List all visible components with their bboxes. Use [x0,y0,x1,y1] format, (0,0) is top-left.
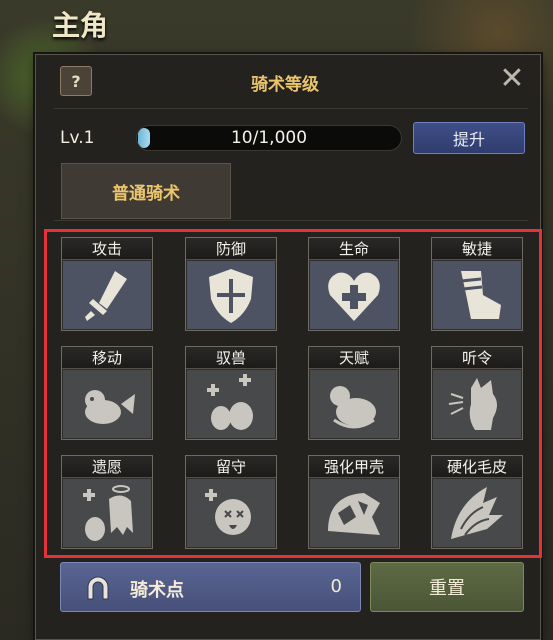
skill-art [187,370,275,438]
reset-button[interactable]: 重置 [370,562,524,612]
skill-art [433,261,521,329]
skill-art [433,479,521,547]
pets-plus-icon [207,374,253,430]
skill-move[interactable]: 移动 [61,346,153,440]
fur-icon [451,487,503,539]
tab-normal-riding[interactable]: 普通骑术 [61,163,231,219]
skill-art [187,261,275,329]
skill-label: 攻击 [62,238,152,260]
skill-life[interactable]: 生命 [308,237,400,331]
skill-art [433,370,521,438]
progress-text: 10/1,000 [230,128,308,148]
skill-label: 生命 [309,238,399,260]
character-title: 主角 [52,9,109,42]
skill-obey[interactable]: 听令 [431,346,523,440]
skill-label: 硬化毛皮 [432,456,522,478]
shield-icon [209,269,253,323]
skill-label: 强化甲壳 [309,456,399,478]
heart-plus-icon [328,272,380,321]
skill-label: 听令 [432,347,522,369]
skill-art [63,261,151,329]
help-button[interactable]: ? [60,66,92,96]
pet-cat-icon [448,378,497,430]
close-button[interactable]: ✕ [496,64,528,96]
skill-last-wish[interactable]: 遗愿 [61,455,153,549]
skill-tame[interactable]: 驭兽 [185,346,277,440]
skill-art [187,479,275,547]
skill-label: 留守 [186,456,276,478]
skill-talent[interactable]: 天赋 [308,346,400,440]
skill-label: 遗愿 [62,456,152,478]
riding-points-bar: 骑术点 0 [60,562,361,612]
divider [54,108,528,109]
skill-guard[interactable]: 留守 [185,455,277,549]
riding-points-value: 0 [330,576,342,597]
riding-points-label: 骑术点 [130,580,184,601]
skill-art [310,370,398,438]
skill-label: 驭兽 [186,347,276,369]
horseshoe-icon [87,576,109,600]
skill-art [63,370,151,438]
skill-hardened-fur[interactable]: 硬化毛皮 [431,455,523,549]
panel-title: 骑术等级 [251,75,319,95]
level-progress-bar: 10/1,000 [136,125,402,151]
upgrade-button[interactable]: 提升 [413,122,525,154]
skill-agility[interactable]: 敏捷 [431,237,523,331]
skill-art [63,479,151,547]
sword-icon [85,271,127,321]
ghost-icon [83,485,133,541]
defeated-pet-icon [205,489,251,535]
shell-icon [328,493,380,535]
skill-attack[interactable]: 攻击 [61,237,153,331]
divider [54,220,528,221]
skill-defense[interactable]: 防御 [185,237,277,331]
skill-label: 敏捷 [432,238,522,260]
skill-label: 移动 [62,347,152,369]
pet-dog-icon [330,386,376,429]
skill-reinforced-shell[interactable]: 强化甲壳 [308,455,400,549]
skill-label: 天赋 [309,347,399,369]
skill-art [310,261,398,329]
skill-art [310,479,398,547]
skill-label: 防御 [186,238,276,260]
level-label: Lv.1 [60,128,95,148]
mount-run-icon [85,390,135,424]
boot-icon [460,271,501,319]
